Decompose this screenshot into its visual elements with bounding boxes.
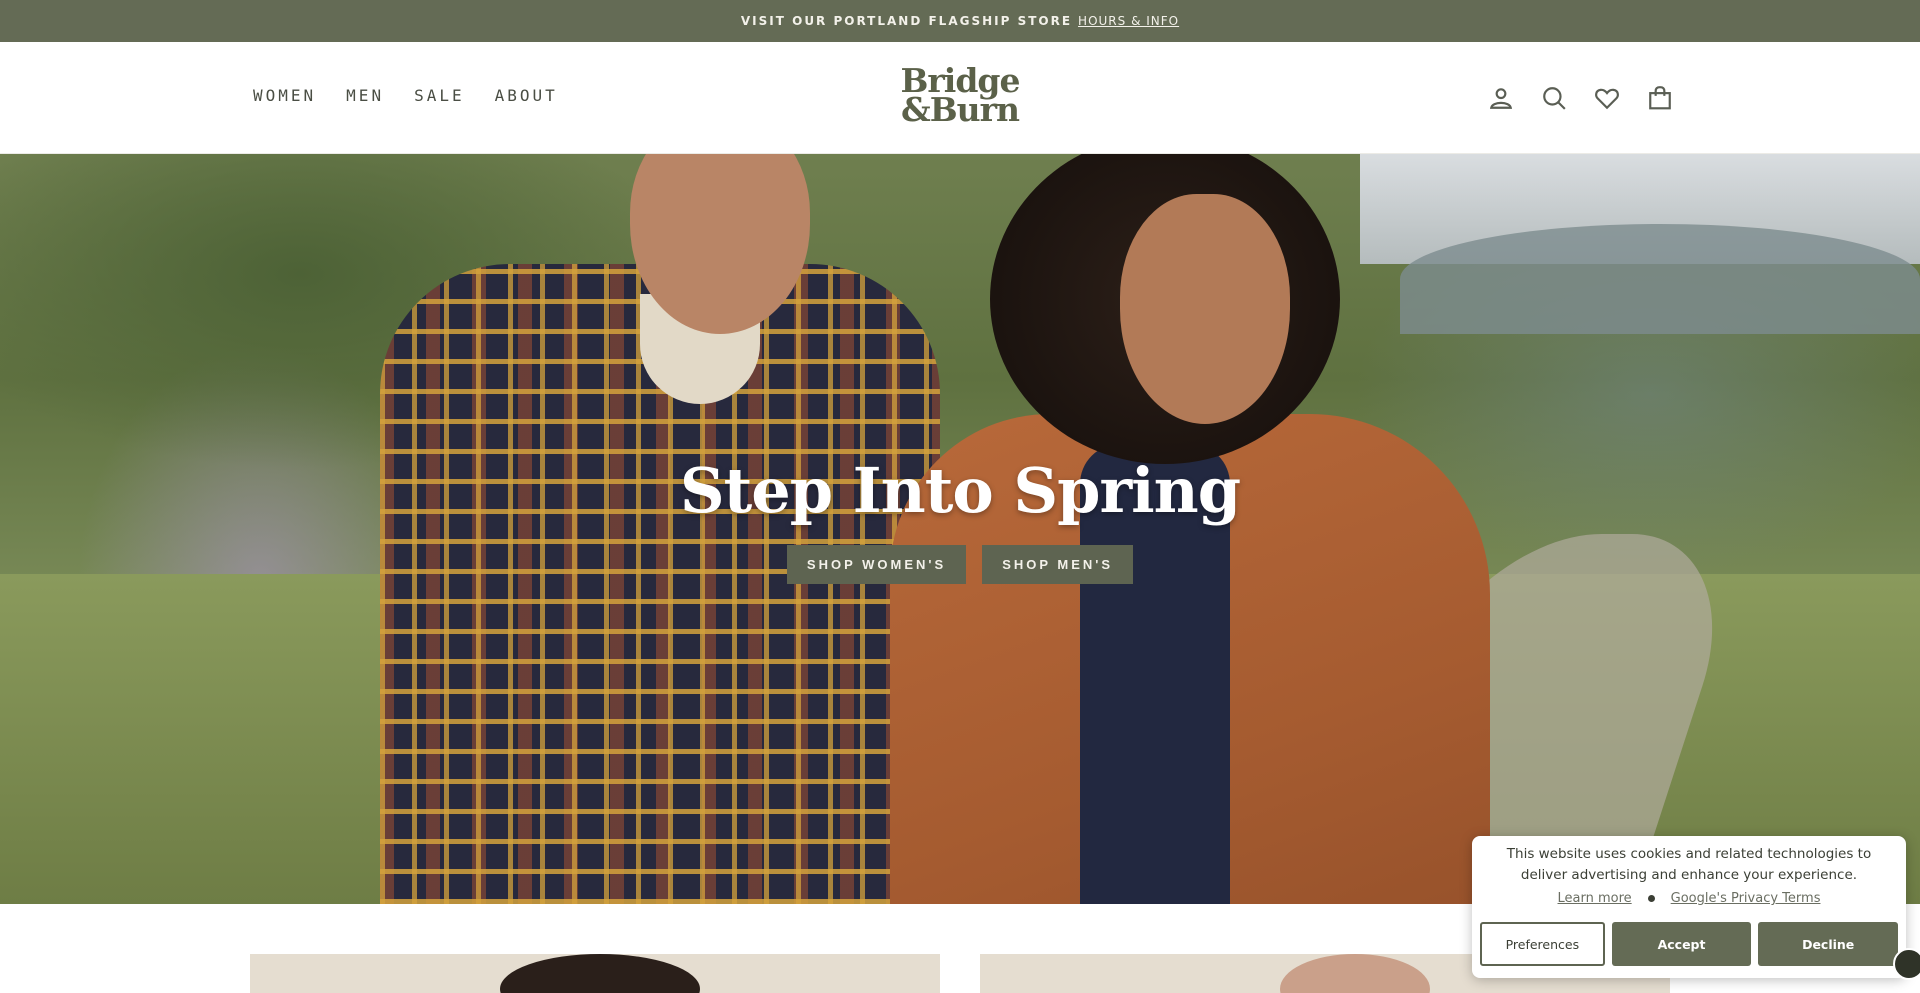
cart-bag-icon[interactable] (1646, 84, 1673, 111)
cookie-message: This website uses cookies and related te… (1506, 846, 1872, 883)
wishlist-heart-icon[interactable] (1593, 84, 1620, 111)
cookie-links: Learn more Google's Privacy Terms (1480, 891, 1898, 906)
cookie-buttons: Preferences Accept Decline (1480, 922, 1899, 966)
nav-item-about[interactable]: ABOUT (495, 86, 558, 105)
nav-item-women[interactable]: WOMEN (253, 86, 316, 105)
chat-widget-icon[interactable] (1893, 948, 1920, 980)
site-header: WOMEN MEN SALE ABOUT Bridge &Burn (0, 42, 1920, 154)
tile-image (1280, 954, 1430, 993)
nav-item-sale[interactable]: SALE (414, 86, 465, 105)
preferences-button[interactable]: Preferences (1480, 922, 1605, 966)
learn-more-link[interactable]: Learn more (1558, 891, 1632, 906)
cookie-banner: This website uses cookies and related te… (1472, 836, 1906, 978)
shop-womens-button[interactable]: SHOP WOMEN'S (786, 545, 967, 584)
hero-title: Step Into Spring (679, 454, 1241, 527)
decline-button[interactable]: Decline (1758, 922, 1899, 966)
search-icon[interactable] (1540, 84, 1567, 111)
accept-button[interactable]: Accept (1611, 922, 1752, 966)
announcement-text: VISIT OUR PORTLAND FLAGSHIP STORE (740, 14, 1073, 28)
hero-banner[interactable]: Step Into Spring SHOP WOMEN'S SHOP MEN'S (0, 154, 1920, 904)
logo-line-2: &Burn (900, 90, 1020, 129)
tile-image (500, 954, 700, 993)
hours-info-link[interactable]: HOURS & INFO (1078, 14, 1179, 28)
hero-buttons: SHOP WOMEN'S SHOP MEN'S (0, 545, 1920, 584)
main-nav: WOMEN MEN SALE ABOUT (253, 86, 558, 105)
category-tile-women[interactable] (250, 954, 940, 993)
shop-mens-button[interactable]: SHOP MEN'S (982, 545, 1134, 584)
brand-logo[interactable]: Bridge &Burn (896, 64, 1024, 130)
hero-hill (1400, 224, 1920, 334)
hero-model-woman (1120, 194, 1290, 424)
privacy-terms-link[interactable]: Google's Privacy Terms (1671, 891, 1821, 906)
hero-content: Step Into Spring SHOP WOMEN'S SHOP MEN'S (0, 454, 1920, 584)
header-icons (1487, 84, 1673, 111)
account-icon[interactable] (1487, 84, 1514, 111)
nav-item-men[interactable]: MEN (346, 86, 384, 105)
separator-dot (1647, 895, 1655, 902)
announcement-bar: VISIT OUR PORTLAND FLAGSHIP STORE HOURS … (0, 0, 1920, 42)
